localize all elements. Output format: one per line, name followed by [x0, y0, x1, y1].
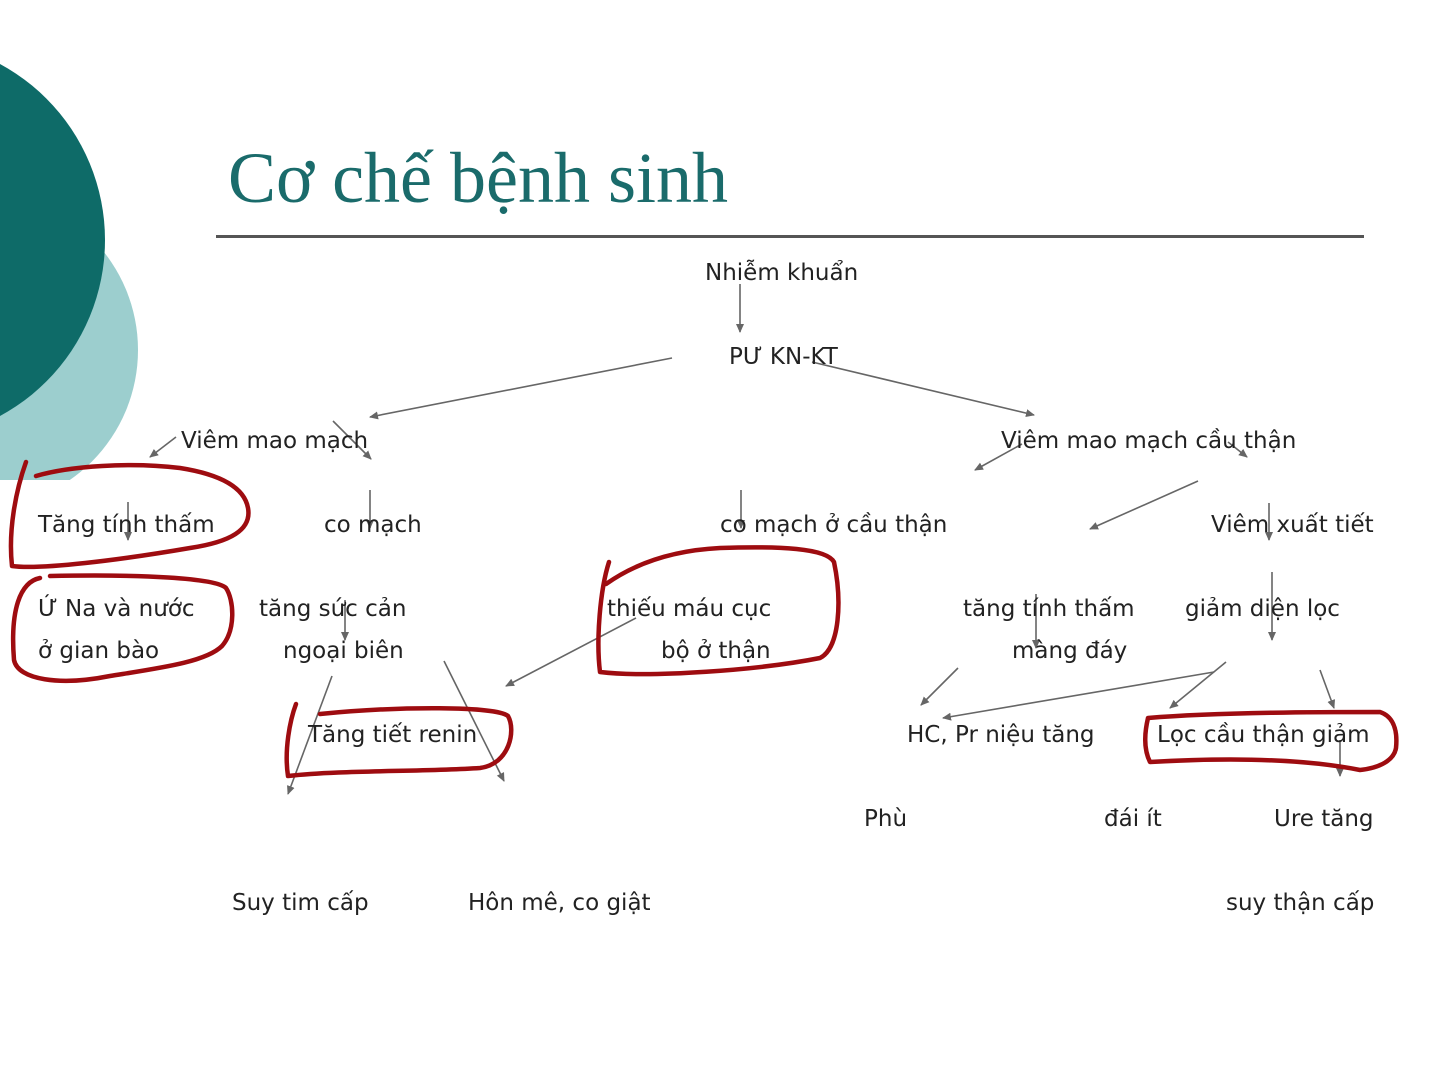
annotation-circle: [1143, 709, 1399, 773]
annotation-circle: [10, 573, 235, 683]
annotation-circle: [284, 701, 514, 779]
handwritten-annotations: [8, 459, 1399, 779]
annotation-circle: [8, 459, 251, 570]
annotation-circle: [596, 545, 841, 677]
